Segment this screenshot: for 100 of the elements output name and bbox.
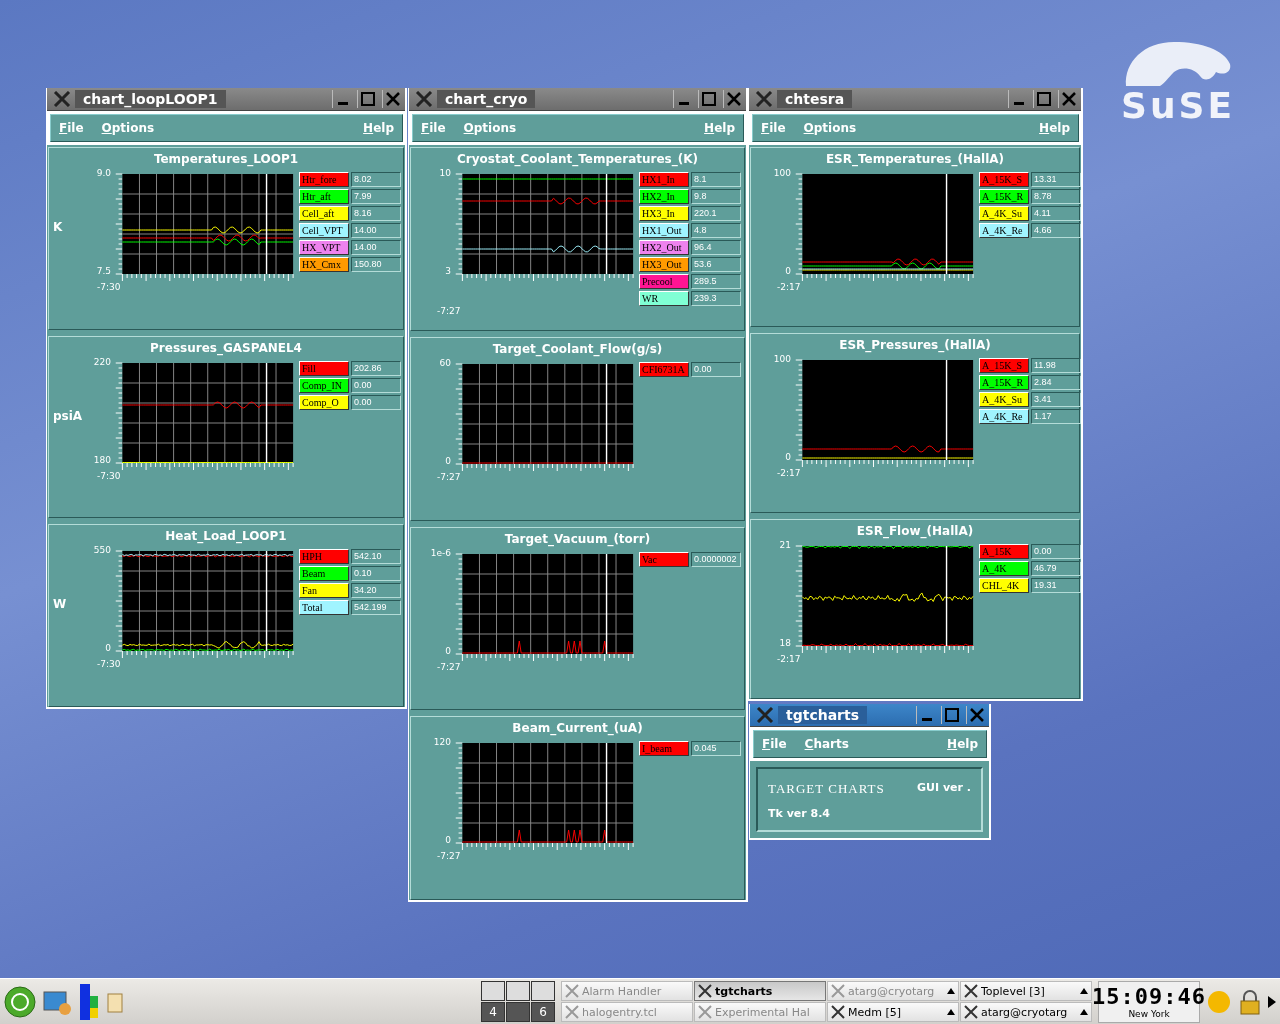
chart-title: ESR_Pressures_(HallA) [839,338,991,352]
series-label[interactable]: HPH [299,549,349,565]
series-label[interactable]: Total [299,600,349,616]
series-label[interactable]: A_4K_Su [979,392,1029,407]
series-label[interactable]: CHL_4K [979,578,1029,593]
series-label[interactable]: Cell_VPT [299,223,349,238]
series-label[interactable]: A_4K [979,561,1029,576]
series-value: 14.00 [351,240,401,255]
time-axis-label: -7:30 [97,659,122,670]
x-window-icon [964,1005,978,1019]
title-bar[interactable]: chart_loopLOOP1 [47,88,405,111]
series-label[interactable]: WR [639,291,689,306]
series-label[interactable]: Htr_fore [299,172,349,187]
chart-title: Temperatures_LOOP1 [153,152,299,166]
lock-icon[interactable] [1238,988,1262,1015]
series-label[interactable]: CFI6731A [639,361,689,377]
series-label[interactable]: A_15K_S [979,172,1029,187]
series-label[interactable]: A_4K_Re [979,223,1029,238]
desktop-number[interactable]: 4 [481,1002,505,1022]
desktop-thumbnail[interactable] [531,981,555,1001]
minimize-icon [1014,102,1024,105]
chart-title: Cryostat_Coolant_Temperatures_(K) [457,152,698,166]
chart-title: Beam_Current_(uA) [512,721,643,736]
scroll-right-icon[interactable] [1268,995,1276,1008]
series-value: 4.66 [1031,223,1081,238]
series-value: 0.00 [351,377,401,393]
series-label[interactable]: HX2_Out [639,240,689,255]
title-bar[interactable]: chtesra [749,88,1081,111]
series-label[interactable]: A_4K_Re [979,409,1029,424]
time-axis-label: -2:17 [777,282,802,292]
desktop-thumbnail[interactable] [481,981,505,1001]
series-label[interactable]: Precool [639,274,689,289]
series-label[interactable]: HX3_Out [639,257,689,272]
series-label[interactable]: A_15K [979,544,1029,559]
time-axis-label: -7:27 [437,851,462,862]
axis-max-label: 21 [779,540,791,550]
series-label[interactable]: A_15K_R [979,189,1029,204]
maximize-button[interactable] [357,90,378,108]
series-value: 542.199 [351,600,401,616]
task-button[interactable]: tgtcharts [694,981,826,1001]
time-axis-label: -7:27 [437,471,462,482]
close-button[interactable] [966,706,987,724]
x-window-icon[interactable] [756,707,774,723]
x-window-icon[interactable] [415,91,433,107]
series-label[interactable]: HX_VPT [299,240,349,255]
desktop-thumbnail[interactable] [506,1002,530,1022]
series-value: 0.045 [691,741,741,757]
series-label[interactable]: HX1_In [639,172,689,187]
start-menu-icon[interactable] [4,985,36,1018]
series-label[interactable]: Fan [299,583,349,599]
axis-max-label: 60 [439,357,451,368]
close-button[interactable] [1058,90,1079,108]
series-label[interactable]: HX_Cmx [299,257,349,272]
series-value: 0.00 [351,394,401,410]
axis-min-label: 0 [445,835,451,846]
x-window-icon[interactable] [53,91,71,107]
series-value: 14.00 [351,223,401,238]
task-button[interactable]: Toplevel [3] [960,981,1092,1001]
task-button[interactable]: atarg@cryotarg [960,1002,1092,1022]
monitor-bars-icon[interactable] [78,981,100,1022]
axis-max-label: 10 [439,168,451,178]
series-label[interactable]: HX2_In [639,189,689,204]
series-label[interactable]: HX1_Out [639,223,689,238]
maximize-button[interactable] [698,90,719,108]
series-label[interactable]: A_15K_R [979,375,1029,390]
series-label[interactable]: A_4K_Su [979,206,1029,221]
series-label[interactable]: Comp_O [299,394,349,410]
axis-max-label: 100 [773,168,791,178]
axis-min-label: 180 [93,454,111,465]
minimize-icon [679,102,689,105]
x-window-icon[interactable] [755,91,773,107]
minimize-icon [338,102,348,105]
task-button[interactable]: Medm [5] [827,1002,959,1022]
axis-min-label: 0 [785,266,791,276]
series-value: 220.1 [691,206,741,221]
series-label[interactable]: Comp_IN [299,377,349,393]
series-label[interactable]: Vac [639,551,689,567]
series-label[interactable]: Cell_aft [299,206,349,221]
series-label[interactable]: Beam [299,566,349,582]
desktop-thumbnail[interactable] [506,981,530,1001]
desktop-number[interactable]: 6 [531,1002,555,1022]
axis-min-label: 18 [779,638,791,648]
window-title: chtesra [777,90,853,108]
maximize-button[interactable] [1033,90,1054,108]
series-label[interactable]: Fill [299,360,349,376]
maximize-button[interactable] [941,706,962,724]
series-label[interactable]: Htr_aft [299,189,349,204]
series-label[interactable]: HX3_In [639,206,689,221]
series-label[interactable]: I_beam [639,741,689,757]
x-window-icon [698,984,712,998]
close-button[interactable] [723,90,744,108]
title-bar[interactable]: tgtcharts [750,704,989,727]
series-value: 0.00 [691,361,741,377]
series-label[interactable]: A_15K_S [979,358,1029,373]
title-bar[interactable]: chart_cryo [409,88,746,111]
series-value: 8.16 [351,206,401,221]
series-value: 11.98 [1031,358,1081,373]
x-window-icon [831,1005,845,1019]
close-button[interactable] [382,90,403,108]
clipboard-icon[interactable] [106,990,124,1013]
